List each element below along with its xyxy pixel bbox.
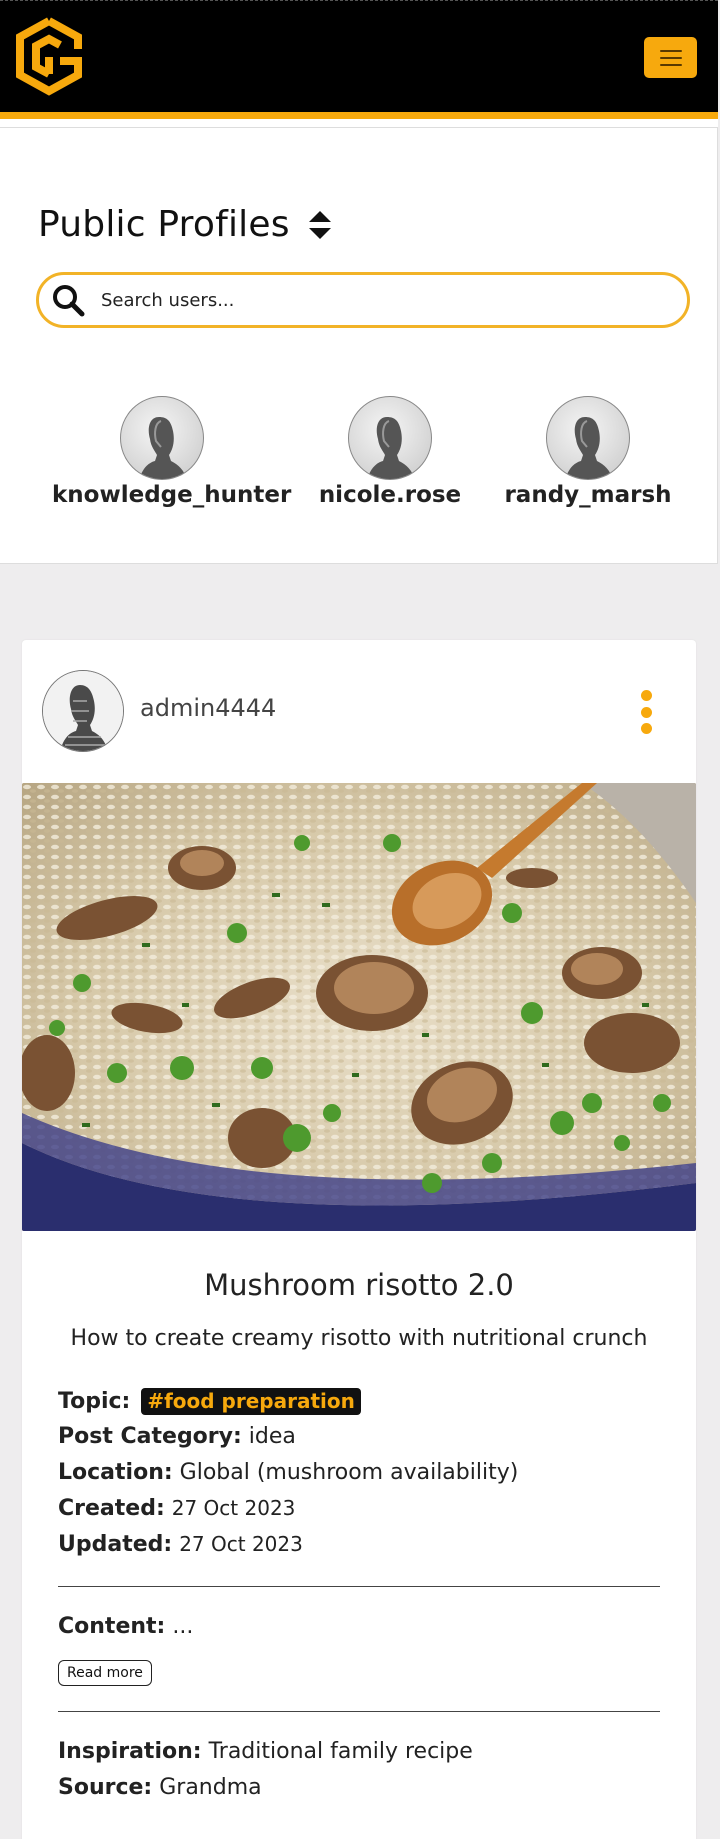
profile-username[interactable]: nicole.rose	[280, 482, 500, 508]
content-value: ...	[172, 1614, 194, 1639]
source-label: Source:	[58, 1775, 153, 1800]
bust-avatar-icon	[139, 417, 187, 479]
updated-label: Updated:	[58, 1532, 173, 1557]
divider	[58, 1586, 660, 1587]
post-subtitle: How to create creamy risotto with nutrit…	[70, 1326, 648, 1351]
hamburger-line	[659, 56, 682, 59]
post-inspiration-row: Inspiration: Traditional family recipe	[58, 1739, 473, 1764]
post-category-row: Post Category: idea	[58, 1424, 296, 1449]
category-label: Post Category:	[58, 1424, 242, 1449]
hamburger-line	[659, 63, 682, 66]
dot	[640, 690, 652, 701]
post-header: admin4444	[22, 640, 696, 783]
avatar[interactable]	[348, 396, 432, 480]
public-profiles-panel: Public Profiles knowledge_hunter n	[0, 128, 718, 564]
post-location-row: Location: Global (mushroom availability)	[58, 1460, 518, 1485]
topic-label: Topic:	[58, 1389, 131, 1414]
read-more-button[interactable]: Read more	[58, 1660, 152, 1686]
hamburger-menu-button[interactable]	[644, 37, 697, 78]
search-users-input[interactable]	[101, 289, 661, 311]
dot	[640, 706, 652, 718]
post-card: admin4444 Mushroom risotto 2.0 How to cr…	[22, 640, 696, 1839]
source-value: Grandma	[159, 1775, 262, 1800]
search-icon	[53, 285, 85, 317]
search-users-field[interactable]	[36, 272, 690, 328]
post-author-avatar[interactable]	[42, 670, 124, 752]
public-profiles-heading: Public Profiles	[38, 204, 332, 245]
sort-updown-icon[interactable]	[308, 209, 332, 241]
vertical-dots-icon[interactable]	[638, 690, 654, 734]
profile-nicole-rose[interactable]: nicole.rose	[280, 396, 500, 508]
inspiration-label: Inspiration:	[58, 1739, 202, 1764]
cube-logo-icon[interactable]	[12, 15, 86, 97]
post-topic-row: Topic: #food preparation	[58, 1388, 361, 1415]
post-source-row: Source: Grandma	[58, 1775, 262, 1800]
risotto-photo	[22, 783, 696, 1231]
hamburger-line	[659, 49, 682, 52]
profile-knowledge-hunter[interactable]: knowledge_hunter	[52, 396, 291, 508]
profile-username[interactable]: knowledge_hunter	[52, 482, 291, 508]
inspiration-value: Traditional family recipe	[208, 1739, 473, 1764]
profile-randy-marsh[interactable]: randy_marsh	[478, 396, 698, 508]
post-title: Mushroom risotto 2.0	[204, 1268, 514, 1302]
bust-avatar-icon	[43, 671, 123, 751]
avatar[interactable]	[546, 396, 630, 480]
updated-value: 27 Oct 2023	[179, 1532, 303, 1556]
bust-avatar-icon	[367, 417, 415, 479]
post-image	[22, 783, 696, 1231]
profile-username[interactable]: randy_marsh	[478, 482, 698, 508]
content-label: Content:	[58, 1614, 166, 1639]
navbar-divider	[0, 119, 718, 128]
location-value: Global (mushroom availability)	[179, 1460, 519, 1485]
public-profiles-title: Public Profiles	[38, 204, 290, 245]
dot	[640, 723, 652, 734]
location-label: Location:	[58, 1460, 173, 1485]
created-value: 27 Oct 2023	[171, 1496, 296, 1520]
created-label: Created:	[58, 1496, 165, 1521]
topic-tag[interactable]: #food preparation	[141, 1388, 361, 1415]
post-updated-row: Updated: 27 Oct 2023	[58, 1532, 303, 1557]
category-value: idea	[248, 1424, 296, 1449]
avatar[interactable]	[120, 396, 204, 480]
post-created-row: Created: 27 Oct 2023	[58, 1496, 295, 1521]
navbar-accent-strip	[0, 112, 718, 119]
divider	[58, 1711, 660, 1712]
post-content-row: Content: ...	[58, 1614, 193, 1639]
bust-avatar-icon	[565, 417, 613, 479]
post-author-name[interactable]: admin4444	[140, 694, 276, 722]
top-navbar	[0, 0, 718, 128]
